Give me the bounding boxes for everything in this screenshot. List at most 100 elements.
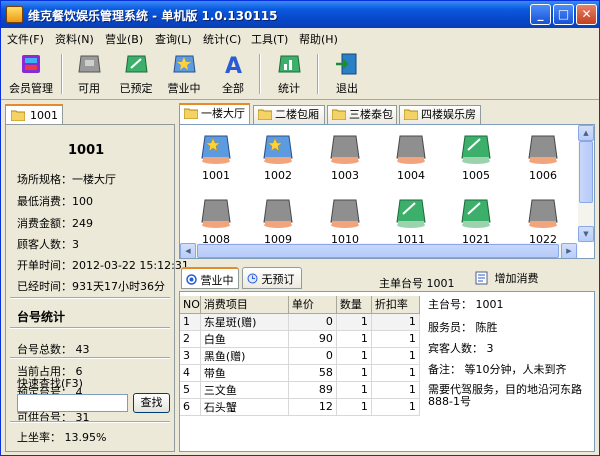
exit-button[interactable]: 退出 (321, 50, 373, 98)
cell-qty: 1 (336, 364, 372, 382)
order-items-table: NO 消费项目 单价 数量 折扣率 1 东星斑(赠) 0 1 1 2 白鱼 90 1 1 3 黑鱼(赠… (180, 296, 420, 416)
available-table-icon (78, 55, 101, 73)
add-consumption-button[interactable]: 增加消费 (475, 270, 539, 286)
column-header[interactable]: NO (180, 296, 201, 314)
table-tile[interactable]: 1003 (313, 131, 377, 191)
table-number-label: 1003 (331, 169, 359, 182)
business-icon (186, 274, 197, 285)
info-main-table: 主台号： 1001 (428, 298, 504, 311)
menu-business[interactable]: 营业(B) (105, 31, 143, 47)
cell-name: 白鱼 (200, 330, 289, 348)
table-row[interactable]: 6 石头蟹 12 1 1 (180, 398, 420, 416)
cell-rate: 1 (371, 398, 420, 416)
busy-table-icon (173, 55, 196, 73)
title-bar[interactable]: 维克餐饮娱乐管理系统 - 单机版 1.0.130115 _ □ ✕ (1, 1, 599, 28)
table-tile[interactable]: 1006 (511, 131, 575, 191)
vertical-scrollbar[interactable]: ▲ ▼ (578, 125, 594, 242)
free-table-icon (528, 199, 558, 228)
table-number-label: 1005 (462, 169, 490, 182)
tab-floor2-rooms[interactable]: 二楼包厢 (253, 105, 325, 124)
table-grid: 1001 1002 1003 1004 1005 1006 1008 1009 1010 1011… (179, 124, 595, 259)
table-number-label: 1001 (202, 169, 230, 182)
clock-icon (247, 273, 258, 284)
all-button[interactable]: A 全部 (207, 50, 259, 98)
reserved-table-icon (396, 199, 426, 228)
occupancy-rate: 上坐率： 13.95% (17, 431, 107, 444)
column-header[interactable]: 单价 (288, 296, 337, 314)
cell-price: 58 (288, 364, 337, 382)
in-business-button[interactable]: 营业中 (158, 50, 210, 98)
cell-no: 3 (180, 347, 201, 365)
busy-table-icon (201, 135, 231, 164)
cell-price: 0 (288, 347, 337, 365)
table-row[interactable]: 1 东星斑(赠) 0 1 1 (180, 313, 420, 331)
column-header[interactable]: 数量 (336, 296, 372, 314)
horizontal-scrollbar[interactable]: ◀ ▶ (180, 243, 578, 258)
scroll-thumb[interactable] (579, 141, 593, 203)
tab-no-reservation[interactable]: 无预订 (242, 267, 302, 289)
scroll-up-arrow[interactable]: ▲ (578, 125, 594, 141)
minimize-button[interactable]: _ (530, 4, 551, 25)
maximize-button[interactable]: □ (553, 4, 574, 25)
info-note-line3: 888-1号 (428, 395, 471, 408)
free-table-icon (263, 199, 293, 228)
cell-price: 0 (288, 313, 337, 331)
tab-floor3-thai[interactable]: 三楼泰包 (327, 105, 397, 124)
info-guests: 宾客人数： 3 (428, 342, 494, 355)
search-button[interactable]: 查找 (133, 393, 170, 413)
table-row[interactable]: 5 三文鱼 89 1 1 (180, 381, 420, 399)
statistics-button[interactable]: 统计 (263, 50, 315, 98)
column-header[interactable]: 折扣率 (371, 296, 420, 314)
info-note: 备注： 等10分钟，人未到齐 (428, 363, 567, 376)
cell-name: 石头蟹 (200, 398, 289, 416)
table-tile[interactable]: 1004 (379, 131, 443, 191)
folder-icon (11, 110, 25, 121)
menu-help[interactable]: 帮助(H) (299, 31, 338, 47)
statistics-icon (278, 55, 301, 73)
table-tile[interactable]: 1001 (184, 131, 248, 191)
menu-data[interactable]: 资料(N) (55, 31, 94, 47)
cell-qty: 1 (336, 330, 372, 348)
table-row[interactable]: 4 带鱼 58 1 1 (180, 364, 420, 382)
table-row[interactable]: 2 白鱼 90 1 1 (180, 330, 420, 348)
table-row[interactable]: 3 黑鱼(赠) 0 1 1 (180, 347, 420, 365)
column-header[interactable]: 消费项目 (200, 296, 289, 314)
spent-amount: 消费金额：249 (17, 217, 93, 230)
menu-file[interactable]: 文件(F) (7, 31, 44, 47)
cell-qty: 1 (336, 381, 372, 399)
menu-tools[interactable]: 工具(T) (251, 31, 288, 47)
exit-door-icon (336, 53, 357, 75)
svg-text:A: A (225, 54, 242, 76)
member-management-button[interactable]: 会员管理 (5, 50, 57, 98)
app-icon (6, 6, 23, 23)
table-tile[interactable]: 1002 (246, 131, 310, 191)
guest-count: 顾客人数：3 (17, 238, 79, 251)
scroll-right-arrow[interactable]: ▶ (561, 243, 577, 258)
table-info-panel: 1001 场所规格：一楼大厅 最低消费：100 消费金额：249 顾客人数：3 … (5, 124, 189, 452)
menu-stats[interactable]: 统计(C) (203, 31, 241, 47)
free-table-icon (396, 135, 426, 164)
menu-bar: 文件(F) 资料(N) 营业(B) 查询(L) 统计(C) 工具(T) 帮助(H… (1, 28, 599, 48)
tab-in-business[interactable]: 营业中 (181, 267, 239, 289)
close-button[interactable]: ✕ (576, 4, 597, 25)
tab-floor4-entertainment[interactable]: 四楼娱乐房 (399, 105, 481, 124)
cell-price: 12 (288, 398, 337, 416)
cell-rate: 1 (371, 381, 420, 399)
table-tile[interactable]: 1005 (444, 131, 508, 191)
reserved-button[interactable]: 已预定 (110, 50, 162, 98)
menu-query[interactable]: 查询(L) (155, 31, 192, 47)
folder-icon (332, 109, 346, 120)
cell-rate: 1 (371, 313, 420, 331)
scroll-thumb[interactable] (197, 244, 559, 258)
window-title: 维克餐饮娱乐管理系统 - 单机版 1.0.130115 (28, 9, 278, 23)
divider (10, 327, 170, 329)
available-button[interactable]: 可用 (63, 50, 115, 98)
scroll-left-arrow[interactable]: ◀ (180, 243, 196, 258)
current-table-tab[interactable]: 1001 (5, 104, 63, 124)
free-table-icon (201, 199, 231, 228)
scroll-down-arrow[interactable]: ▼ (578, 226, 594, 242)
cell-qty: 1 (336, 347, 372, 365)
member-card-icon (22, 55, 40, 73)
elapsed-time: 已经时间：931天17小时36分 (17, 280, 165, 293)
tab-floor1-hall[interactable]: 一楼大厅 (179, 103, 250, 125)
